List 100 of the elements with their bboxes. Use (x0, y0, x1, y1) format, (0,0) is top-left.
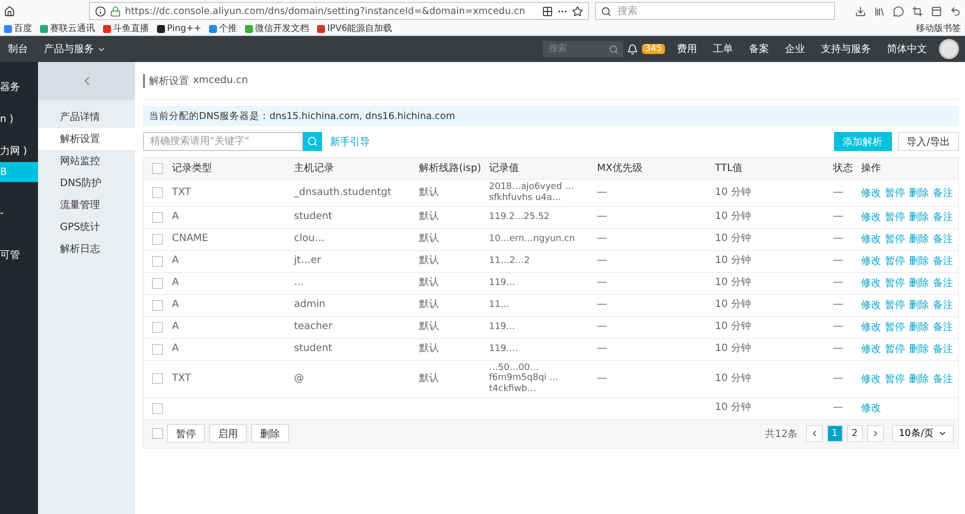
action-link[interactable]: 暂停 (885, 186, 905, 200)
top-search-field[interactable]: 搜索 (546, 43, 610, 55)
checkbox[interactable] (152, 234, 163, 245)
bookmark-link[interactable]: 百度 (4, 22, 32, 35)
bulk-action-button[interactable]: 删除 (251, 424, 289, 444)
checkbox[interactable] (152, 300, 163, 311)
action-link[interactable]: 暂停 (885, 298, 905, 312)
action-link[interactable]: 暂停 (885, 276, 905, 290)
checkbox[interactable] (152, 428, 163, 440)
top-nav-link[interactable]: 支持与服务 (813, 42, 879, 56)
previous-page-button[interactable] (806, 425, 823, 442)
sidebar-item[interactable]: 可管 (0, 244, 38, 266)
top-nav-link[interactable]: 费用 (669, 42, 705, 56)
browser-search-field[interactable]: 搜索 (595, 2, 835, 20)
action-link[interactable]: 备注 (933, 276, 953, 290)
action-link[interactable]: 删除 (909, 186, 929, 200)
page-size-select[interactable]: 10条/页 (892, 425, 954, 442)
action-link[interactable]: 删除 (909, 298, 929, 312)
next-page-button[interactable] (866, 425, 884, 442)
checkbox[interactable] (152, 344, 163, 355)
action-link[interactable]: 修改 (861, 186, 881, 200)
checkbox[interactable] (152, 163, 163, 174)
checkbox[interactable] (152, 373, 163, 384)
action-link[interactable]: 删除 (909, 342, 929, 356)
sidebar-item[interactable]: 器务 (0, 76, 38, 98)
import-export-button[interactable]: 导入/导出 (898, 132, 959, 151)
action-link[interactable]: 修改 (861, 254, 881, 268)
top-nav-link[interactable]: 备案 (741, 42, 777, 56)
action-link[interactable]: 备注 (933, 210, 953, 224)
checkbox[interactable] (152, 402, 163, 414)
action-link[interactable]: 暂停 (885, 320, 905, 334)
bookmark-link[interactable]: 赛联云通讯 (40, 22, 95, 35)
action-link[interactable]: 备注 (933, 254, 953, 268)
action-link[interactable]: 备注 (933, 186, 953, 200)
action-link[interactable]: 修改 (861, 298, 881, 312)
action-link[interactable]: 备注 (933, 372, 953, 386)
action-link[interactable]: 删除 (909, 210, 929, 224)
checkbox[interactable] (152, 212, 163, 223)
search-button[interactable] (303, 132, 322, 151)
top-nav-link[interactable]: 简体中文 (879, 42, 935, 56)
bell-icon[interactable] (626, 44, 638, 54)
checkbox[interactable] (152, 256, 163, 267)
action-link[interactable]: 修改 (861, 276, 881, 290)
page-button[interactable]: 2 (846, 425, 863, 442)
browser-search-field[interactable]: 搜索 (615, 4, 829, 18)
bookmark-link[interactable]: 斗鱼直播 (103, 22, 149, 35)
record-search-field[interactable]: 精确搜索请用"关键字" (143, 132, 303, 151)
bookmark-link[interactable]: 微信开发文档 (245, 22, 310, 35)
action-link[interactable]: 修改 (861, 232, 881, 246)
checkbox[interactable] (152, 322, 163, 333)
action-link[interactable]: 删除 (909, 320, 929, 334)
subnav-item[interactable]: 产品详情 (38, 106, 135, 128)
page-button[interactable]: 1 (826, 425, 843, 442)
action-link[interactable]: 修改 (861, 372, 881, 386)
action-link[interactable]: 备注 (933, 298, 953, 312)
top-nav-link[interactable]: 工单 (705, 42, 741, 56)
checkbox[interactable] (152, 187, 163, 198)
subnav-item[interactable]: 解析日志 (38, 238, 135, 260)
bookmark-link[interactable]: IPV6能源自加载 (317, 22, 392, 35)
action-link[interactable]: 暂停 (885, 372, 905, 386)
mobile-bookmarks-link[interactable]: 移动版书签 (916, 22, 961, 35)
action-link[interactable]: 修改 (861, 210, 881, 224)
action-link[interactable]: 删除 (909, 232, 929, 246)
home-icon[interactable] (4, 6, 15, 16)
products-menu[interactable]: 产品与服务 (36, 42, 114, 56)
action-link[interactable]: 备注 (933, 232, 953, 246)
address-bar[interactable]: https://dc.console.aliyun.com/dns/domain/setting?instanceId=&domain=xmcedu.cn (89, 2, 589, 20)
action-link[interactable]: 暂停 (885, 210, 905, 224)
console-link[interactable]: 制台 (0, 42, 36, 56)
subnav-item[interactable]: GPS统计 (38, 216, 135, 238)
sidebar-item[interactable]: 力网 ) (0, 140, 38, 162)
sidebar-item[interactable]: - (0, 182, 38, 244)
subnav-item[interactable]: 解析设置 (38, 128, 135, 150)
action-link[interactable]: 修改 (861, 320, 881, 334)
bookmark-link[interactable]: 个推 (209, 22, 238, 35)
subnav-item[interactable]: 流量管理 (38, 194, 135, 216)
sidebar-item[interactable]: n ) (0, 98, 38, 140)
action-link[interactable]: 删除 (909, 276, 929, 290)
action-link[interactable]: 备注 (933, 320, 953, 334)
checkbox[interactable] (152, 278, 163, 289)
action-link[interactable]: 备注 (933, 342, 953, 356)
top-search-field[interactable]: 搜索 (542, 41, 623, 57)
top-nav-link[interactable]: 企业 (777, 42, 813, 56)
action-link[interactable]: 修改 (861, 342, 881, 356)
action-link[interactable]: 暂停 (885, 254, 905, 268)
collapse-button[interactable] (38, 62, 135, 100)
action-link[interactable]: 删除 (909, 372, 929, 386)
action-link[interactable]: 暂停 (885, 342, 905, 356)
guide-link[interactable]: 新手引导 (330, 134, 370, 148)
action-link[interactable]: 修改 (861, 401, 881, 416)
bookmark-link[interactable]: Ping++ (157, 24, 202, 34)
sidebar-item[interactable]: B (0, 162, 38, 182)
bulk-action-button[interactable]: 暂停 (167, 424, 205, 444)
subnav-item[interactable]: 网站监控 (38, 150, 135, 172)
avatar[interactable] (939, 39, 959, 59)
subnav-item[interactable]: DNS防护 (38, 172, 135, 194)
add-record-button[interactable]: 添加解析 (834, 132, 892, 151)
record-search-field[interactable]: 精确搜索请用"关键字" (148, 135, 302, 148)
action-link[interactable]: 删除 (909, 254, 929, 268)
bulk-action-button[interactable]: 启用 (209, 424, 247, 444)
